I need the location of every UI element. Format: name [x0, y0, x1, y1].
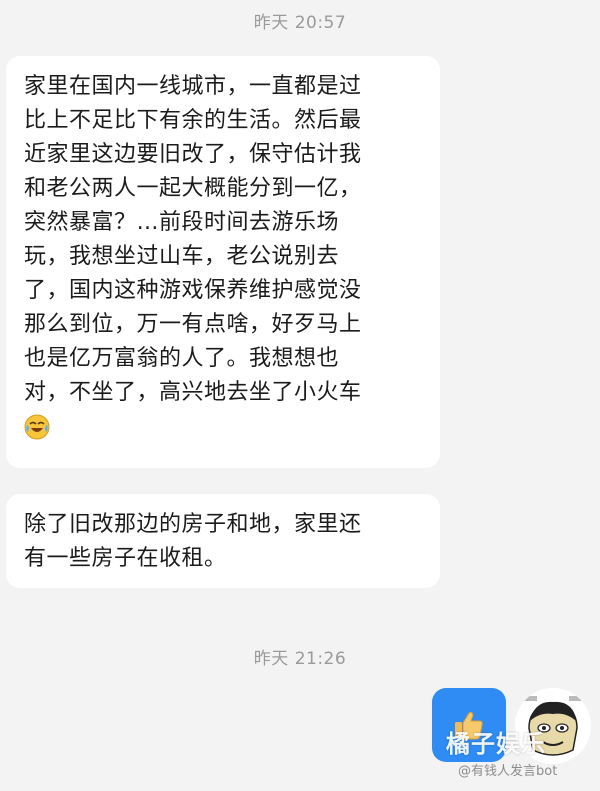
message-line: 除了旧改那边的房子和地，家里还 — [24, 512, 362, 537]
message-line: 和老公两人一起大概能分到一亿， — [24, 176, 362, 201]
watermark-logo: 橘子娱乐 — [446, 730, 546, 758]
message-bubble-2[interactable]: 除了旧改那边的房子和地，家里还 有一些房子在收租。 — [6, 494, 440, 588]
message-line: 了，国内这种游戏保养维护感觉没 — [24, 278, 362, 303]
message-line: 玩，我想坐过山车，老公说别去 — [24, 244, 340, 269]
message-line: 有一些房子在收租。 — [24, 546, 227, 571]
message-line: 对，不坐了，高兴地去坐了小火车 — [24, 380, 362, 405]
laughing-tears-emoji-icon — [24, 414, 50, 440]
timestamp-bottom: 昨天 21:26 — [253, 649, 347, 669]
message-line: 家里在国内一线城市，一直都是过 — [24, 74, 362, 99]
watermark-handle: @有钱人发言bot — [458, 764, 558, 779]
timestamp-top: 昨天 20:57 — [253, 13, 347, 33]
message-line: 比上不足比下有余的生活。然后最 — [24, 108, 362, 133]
message-line: 那么到位，万一有点啥，好歹马上 — [24, 312, 362, 337]
message-line: 突然暴富？…前段时间去游乐场 — [24, 210, 340, 235]
message-line: 也是亿万富翁的人了。我想想也 — [24, 346, 340, 371]
message-line: 近家里这边要旧改了，保守估计我 — [24, 142, 362, 167]
message-bubble-1[interactable]: 家里在国内一线城市，一直都是过 比上不足比下有余的生活。然后最 近家里这边要旧改… — [6, 56, 440, 468]
